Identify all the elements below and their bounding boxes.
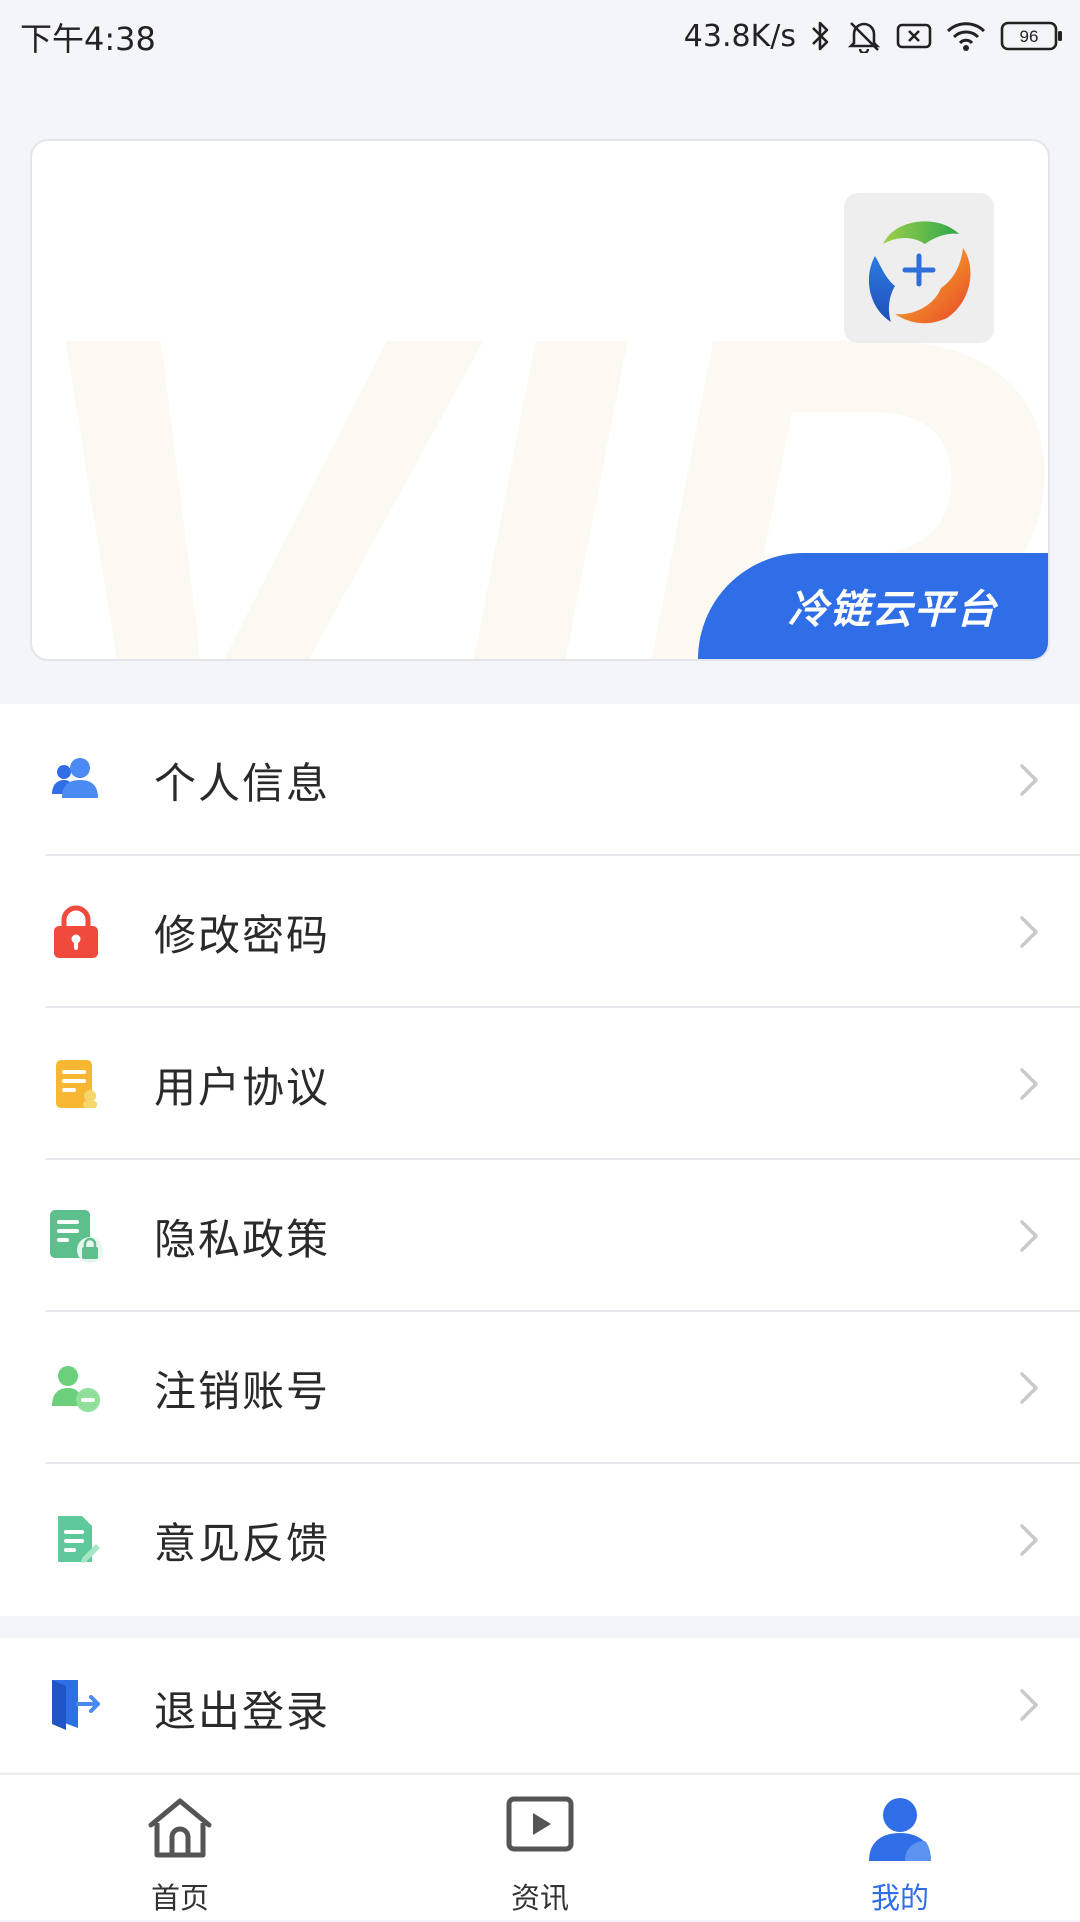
chevron-right-icon	[1018, 1218, 1040, 1258]
menu-item-change-password[interactable]: 修改密码	[0, 856, 1080, 1008]
bottom-tab-bar: 首页 资讯 我的	[0, 1773, 1080, 1920]
no-sim-icon	[896, 21, 932, 51]
tab-news[interactable]: 资讯	[440, 1775, 640, 1922]
menu-item-privacy-policy[interactable]: 隐私政策	[0, 1160, 1080, 1312]
home-icon	[145, 1795, 215, 1865]
logout-label: 退出登录	[154, 1687, 331, 1736]
menu-label: 修改密码	[154, 910, 331, 960]
app-logo	[844, 193, 994, 343]
menu-label: 注销账号	[154, 1366, 331, 1416]
chevron-right-icon	[1018, 914, 1040, 954]
menu-label: 个人信息	[154, 758, 331, 808]
tab-label: 资讯	[510, 1881, 569, 1915]
menu-item-cancel-account[interactable]: 注销账号	[0, 1312, 1080, 1464]
video-icon	[505, 1795, 575, 1859]
logout-button[interactable]: 退出登录	[0, 1638, 1080, 1772]
bluetooth-icon	[810, 19, 832, 53]
logout-icon	[48, 1676, 104, 1732]
user-group-icon	[48, 752, 104, 808]
cancel-account-icon	[48, 1360, 104, 1416]
tab-home[interactable]: 首页	[80, 1775, 280, 1922]
feedback-icon	[48, 1512, 104, 1568]
app-logo-icon	[868, 221, 971, 324]
menu-item-feedback[interactable]: 意见反馈	[0, 1464, 1080, 1616]
battery-icon: 96	[1000, 20, 1064, 52]
wifi-icon	[946, 20, 986, 52]
menu-item-profile[interactable]: 个人信息	[0, 704, 1080, 856]
profile-icon	[865, 1795, 935, 1869]
status-time: 下午4:38	[20, 20, 156, 58]
status-bar: 下午4:38 43.8K/s 96	[0, 0, 1080, 72]
menu-item-user-agreement[interactable]: 用户协议	[0, 1008, 1080, 1160]
chevron-right-icon	[1018, 1687, 1040, 1727]
chevron-right-icon	[1018, 1522, 1040, 1562]
tab-label: 我的	[870, 1881, 929, 1915]
tab-label: 首页	[150, 1881, 209, 1915]
mute-icon	[846, 19, 882, 53]
privacy-policy-icon	[48, 1208, 104, 1264]
vip-card: VIP 冷链云平台	[30, 139, 1050, 661]
agreement-icon	[48, 1056, 104, 1112]
brand-banner: 冷链云平台	[698, 553, 1048, 659]
lock-icon	[48, 904, 104, 960]
menu-label: 意见反馈	[154, 1518, 331, 1568]
brand-name: 冷链云平台	[788, 587, 998, 633]
chevron-right-icon	[1018, 762, 1040, 802]
menu-label: 隐私政策	[154, 1214, 331, 1264]
chevron-right-icon	[1018, 1370, 1040, 1410]
chevron-right-icon	[1018, 1066, 1040, 1106]
tab-mine[interactable]: 我的	[800, 1775, 1000, 1922]
status-icons: 43.8K/s 96	[684, 14, 1064, 58]
settings-menu: 个人信息 修改密码 用户协议 隐私政策 注销账号 意见反馈	[0, 704, 1080, 1616]
menu-label: 用户协议	[154, 1062, 331, 1112]
battery-level: 96	[1020, 27, 1039, 46]
network-speed: 43.8K/s	[683, 18, 796, 54]
